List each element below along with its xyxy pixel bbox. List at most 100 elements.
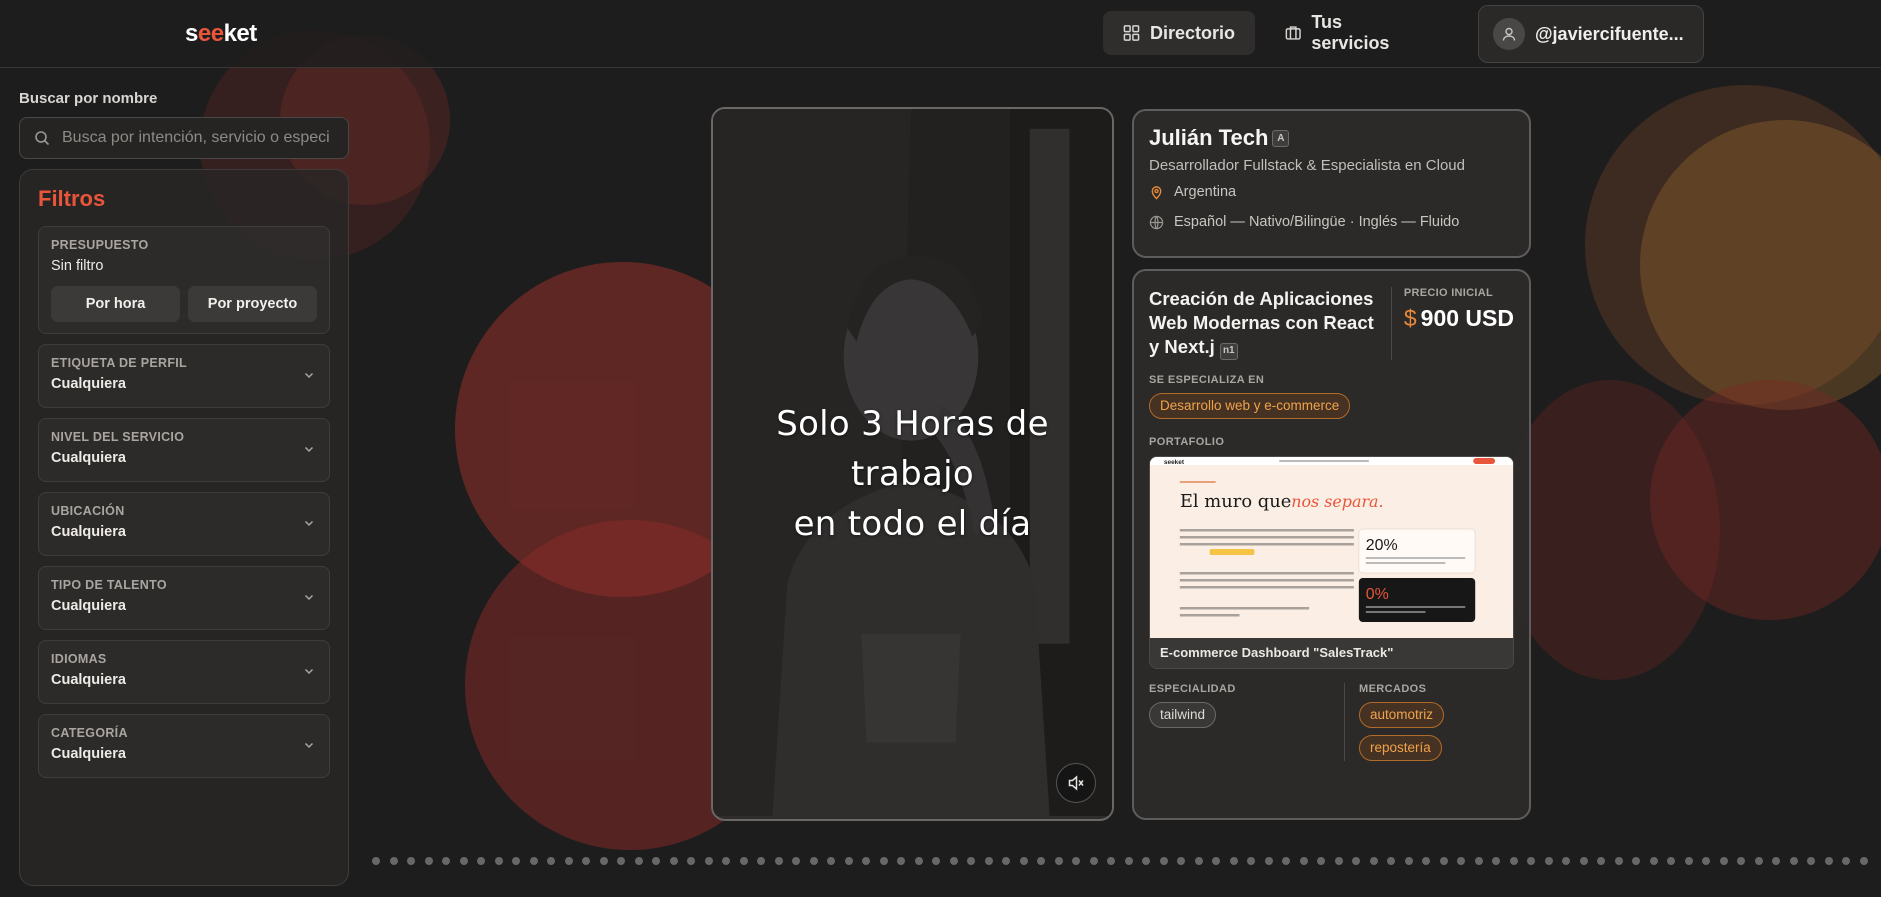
carousel-dot[interactable]	[1264, 857, 1273, 865]
carousel-dot[interactable]	[1684, 857, 1693, 865]
carousel-dot[interactable]	[1579, 857, 1588, 865]
carousel-dot[interactable]	[1054, 857, 1063, 865]
carousel-dot[interactable]	[862, 857, 870, 865]
carousel-dot[interactable]	[459, 857, 468, 865]
carousel-dot[interactable]	[1649, 857, 1658, 865]
carousel-dot[interactable]	[844, 857, 853, 865]
carousel-dot[interactable]	[722, 857, 730, 865]
market-tag[interactable]: repostería	[1359, 734, 1442, 761]
carousel-dot[interactable]	[1299, 857, 1308, 865]
carousel-dot[interactable]	[879, 857, 888, 865]
service-card[interactable]: Creación de Aplicaciones Web Modernas co…	[1132, 269, 1531, 820]
carousel-dot[interactable]	[494, 857, 503, 865]
carousel-dot[interactable]	[1702, 857, 1710, 865]
carousel-dot[interactable]	[1352, 857, 1360, 865]
carousel-dot[interactable]	[1632, 857, 1640, 865]
specializes-tag[interactable]: Desarrollo web y e-commerce	[1149, 392, 1351, 419]
mute-button[interactable]	[1056, 763, 1096, 803]
carousel-dot[interactable]	[1544, 857, 1553, 865]
nav-directorio-button[interactable]: Directorio	[1103, 11, 1255, 55]
user-menu-button[interactable]: @javiercifuente...	[1478, 5, 1704, 63]
carousel-dot[interactable]	[1737, 857, 1745, 865]
seeket-logo[interactable]: seeket	[185, 20, 257, 48]
carousel-dot[interactable]	[1282, 857, 1290, 865]
carousel-dot[interactable]	[1002, 857, 1010, 865]
carousel-dot[interactable]	[389, 857, 398, 865]
carousel-dot[interactable]	[1159, 857, 1168, 865]
carousel-dot[interactable]	[949, 857, 958, 865]
carousel-dot[interactable]	[1492, 857, 1500, 865]
carousel-dot[interactable]	[1772, 857, 1780, 865]
carousel-dot[interactable]	[1194, 857, 1203, 865]
carousel-dot[interactable]	[1614, 857, 1623, 865]
filter-categoria[interactable]: CATEGORÍA Cualquiera	[38, 714, 330, 778]
carousel-dot[interactable]	[1597, 857, 1605, 865]
carousel-dot[interactable]	[827, 857, 835, 865]
carousel-dot[interactable]	[1422, 857, 1430, 865]
filter-idiomas[interactable]: IDIOMAS Cualquiera	[38, 640, 330, 704]
carousel-dot[interactable]	[792, 857, 800, 865]
carousel-dot[interactable]	[809, 857, 818, 865]
carousel-dot[interactable]	[512, 857, 520, 865]
carousel-dot[interactable]	[1474, 857, 1483, 865]
budget-por-hora-button[interactable]: Por hora	[51, 286, 180, 322]
carousel-dot[interactable]	[1317, 857, 1325, 865]
carousel-dot[interactable]	[897, 857, 905, 865]
profile-card[interactable]: Julián Tech A Desarrollador Fullstack & …	[1132, 109, 1531, 258]
carousel-dot[interactable]	[1842, 857, 1850, 865]
service-video[interactable]: Solo 3 Horas de trabajo en todo el día	[711, 107, 1114, 821]
carousel-dot[interactable]	[424, 857, 433, 865]
carousel-dot[interactable]	[652, 857, 660, 865]
carousel-dot[interactable]	[687, 857, 695, 865]
carousel-dot[interactable]	[774, 857, 783, 865]
carousel-dot[interactable]	[967, 857, 975, 865]
carousel-dot[interactable]	[1859, 857, 1868, 865]
carousel-dot[interactable]	[617, 857, 625, 865]
filter-tipo-talento[interactable]: TIPO DE TALENTO Cualquiera	[38, 566, 330, 630]
filter-nivel-servicio[interactable]: NIVEL DEL SERVICIO Cualquiera	[38, 418, 330, 482]
carousel-dot[interactable]	[757, 857, 765, 865]
market-tag[interactable]: automotriz	[1359, 701, 1445, 728]
carousel-dot[interactable]	[1667, 857, 1675, 865]
carousel-dot[interactable]	[1824, 857, 1833, 865]
carousel-dot[interactable]	[1404, 857, 1413, 865]
carousel-dot[interactable]	[1212, 857, 1220, 865]
search-input[interactable]	[62, 129, 334, 147]
portfolio-item[interactable]: seeket El muro que nos separa. 20% 0% E-…	[1149, 455, 1514, 669]
carousel-dot[interactable]	[984, 857, 993, 865]
carousel-dot[interactable]	[669, 857, 678, 865]
carousel-dot[interactable]	[1439, 857, 1448, 865]
carousel-dot[interactable]	[1789, 857, 1798, 865]
carousel-dot[interactable]	[564, 857, 573, 865]
carousel-dot[interactable]	[1247, 857, 1255, 865]
carousel-dot[interactable]	[1719, 857, 1728, 865]
carousel-dot[interactable]	[1089, 857, 1098, 865]
carousel-dot[interactable]	[1527, 857, 1535, 865]
carousel-dot[interactable]	[372, 857, 380, 865]
specialty-tag[interactable]: tailwind	[1149, 701, 1217, 728]
carousel-dot[interactable]	[1107, 857, 1115, 865]
filter-ubicacion[interactable]: UBICACIÓN Cualquiera	[38, 492, 330, 556]
nav-tus-servicios-button[interactable]: Tus servicios	[1265, 11, 1435, 55]
carousel-dot[interactable]	[1124, 857, 1133, 865]
filter-etiqueta-perfil[interactable]: ETIQUETA DE PERFIL Cualquiera	[38, 344, 330, 408]
carousel-dot[interactable]	[1562, 857, 1570, 865]
carousel-dot[interactable]	[1229, 857, 1238, 865]
carousel-dot[interactable]	[932, 857, 940, 865]
carousel-dot[interactable]	[1754, 857, 1763, 865]
carousel-dot[interactable]	[1369, 857, 1378, 865]
carousel-dot[interactable]	[1072, 857, 1080, 865]
carousel-dot[interactable]	[547, 857, 555, 865]
carousel-dot[interactable]	[739, 857, 748, 865]
carousel-dot[interactable]	[1177, 857, 1185, 865]
carousel-dot[interactable]	[1037, 857, 1045, 865]
carousel-dot[interactable]	[1807, 857, 1815, 865]
carousel-dot[interactable]	[477, 857, 485, 865]
carousel-dot[interactable]	[1019, 857, 1028, 865]
carousel-dot[interactable]	[529, 857, 538, 865]
carousel-dot[interactable]	[1457, 857, 1465, 865]
carousel-dot[interactable]	[1387, 857, 1395, 865]
carousel-dot[interactable]	[407, 857, 415, 865]
carousel-dot[interactable]	[442, 857, 450, 865]
carousel-dot[interactable]	[914, 857, 923, 865]
